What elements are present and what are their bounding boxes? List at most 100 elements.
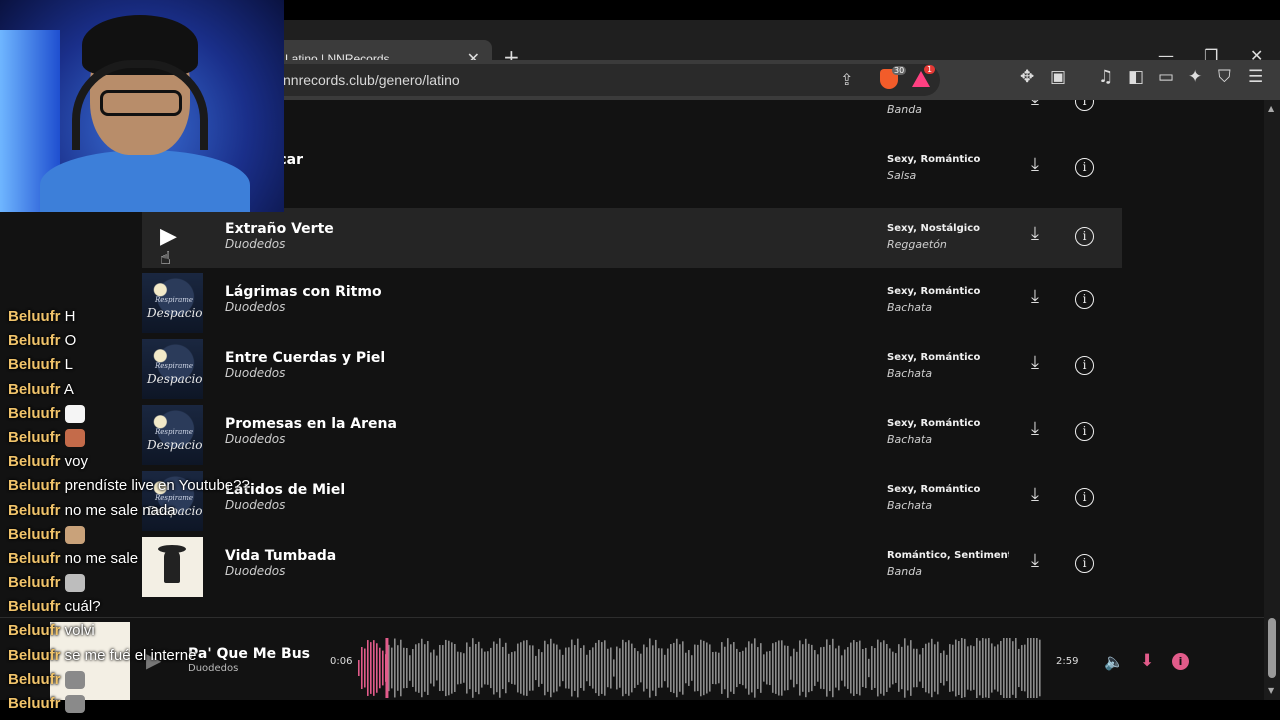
waveform-bar <box>664 654 666 682</box>
waveform-bar <box>895 653 897 683</box>
waveform-bar <box>571 639 573 697</box>
emote-icon <box>64 574 85 593</box>
info-icon[interactable]: i <box>1075 356 1094 375</box>
song-genre: Banda <box>887 565 922 578</box>
waveform-bar <box>592 647 594 689</box>
volume-icon[interactable]: 🔈 <box>1104 652 1124 671</box>
song-mood: Romántico, Sentiment <box>887 550 1009 561</box>
waveform-bar <box>562 654 564 682</box>
waveform-bar <box>454 644 456 692</box>
waveform-bar <box>958 641 960 695</box>
waveform-bar <box>706 642 708 694</box>
waveform-bar <box>1033 638 1035 698</box>
waveform-bar <box>1000 640 1002 696</box>
waveform-bar <box>844 649 846 687</box>
waveform-bar <box>982 638 984 698</box>
waveform-bar <box>622 639 624 697</box>
waveform-bar <box>472 638 474 698</box>
player-info-icon[interactable]: i <box>1172 653 1189 670</box>
download-icon[interactable]: ⤓ <box>1031 420 1039 438</box>
waveform-bar <box>775 642 777 694</box>
info-icon[interactable]: i <box>1075 158 1094 177</box>
vpn-icon[interactable]: ⛉ <box>1218 69 1231 86</box>
scrollbar[interactable]: ▲ ▼ <box>1264 100 1280 700</box>
chat-username: Beluufr <box>8 428 61 446</box>
download-icon[interactable]: ⤓ <box>1031 354 1039 372</box>
download-icon[interactable]: ⤓ <box>1031 552 1039 570</box>
waveform-bar <box>433 649 435 687</box>
chat-message: Beluufr O <box>8 332 298 356</box>
waveform-bar <box>877 639 879 697</box>
waveform-bar <box>1021 645 1023 691</box>
scrollbar-thumb[interactable] <box>1268 618 1276 678</box>
scroll-up-icon[interactable]: ▲ <box>1268 104 1274 113</box>
chat-text: no me sale nada <box>64 501 176 519</box>
song-row[interactable]: de Azúcar s Sexy, Romántico Salsa ⤓ i <box>142 138 1122 204</box>
waveform-bar <box>949 644 951 692</box>
extensions-icon[interactable]: ✥ <box>1020 69 1034 86</box>
screenshot-icon[interactable]: ▣ <box>1050 69 1066 86</box>
url-text[interactable]: nnrecords.club/genero/latino <box>283 72 460 88</box>
playhead[interactable] <box>385 638 389 698</box>
waveform-bar <box>1012 641 1014 695</box>
waveform-bar <box>823 646 825 690</box>
waveform-bar <box>712 652 714 684</box>
info-icon[interactable]: i <box>1075 290 1094 309</box>
waveform-bar <box>616 646 618 690</box>
waveform-bar <box>601 642 603 694</box>
song-row[interactable]: s Banda ⤓ i <box>142 100 1122 138</box>
download-icon[interactable]: ⤓ <box>1031 156 1039 174</box>
waveform-bar <box>376 643 378 693</box>
waveform-bar <box>865 647 867 689</box>
chat-message: Beluufr A <box>8 381 298 405</box>
song-title: Lágrimas con Ritmo <box>225 284 382 300</box>
waveform-bar <box>598 640 600 696</box>
waveform-bar <box>952 644 954 692</box>
emote-icon <box>64 670 85 689</box>
info-icon[interactable]: i <box>1075 227 1094 246</box>
download-icon[interactable]: ⤓ <box>1031 288 1039 306</box>
chat-username: Beluufr <box>8 501 61 519</box>
sidebar-icon[interactable]: ◧ <box>1128 69 1144 86</box>
chat-username: Beluufr <box>8 622 61 640</box>
waveform-bar <box>1003 638 1005 698</box>
waveform-bar <box>817 654 819 682</box>
waveform-bar <box>898 644 900 692</box>
leo-ai-icon[interactable]: ✦ <box>1188 69 1202 86</box>
waveform-bar <box>943 650 945 686</box>
waveform-bar <box>874 648 876 688</box>
waveform-bar <box>418 643 420 693</box>
download-icon[interactable]: ⤓ <box>1031 225 1039 243</box>
scroll-down-icon[interactable]: ▼ <box>1268 686 1274 695</box>
media-icon[interactable]: ♫ <box>1098 69 1113 86</box>
chat-username: Beluufr <box>8 670 61 688</box>
player-download-icon[interactable]: ⬇ <box>1140 651 1154 671</box>
waveform-bar <box>889 648 891 688</box>
waveform-bar <box>787 645 789 691</box>
play-icon[interactable]: ▶ <box>160 224 177 249</box>
song-row[interactable]: ▶ Extraño Verte Duodedos Sexy, Nostálgic… <box>142 208 1122 268</box>
address-bar[interactable]: nnrecords.club/genero/latino ⇪ 30 1 <box>240 64 940 96</box>
waveform-bar <box>721 642 723 694</box>
emote-icon <box>64 428 85 447</box>
waveform-seekbar[interactable] <box>358 638 1044 698</box>
share-icon[interactable]: ⇪ <box>840 70 853 89</box>
waveform-bar <box>682 641 684 695</box>
chat-text: O <box>64 332 77 350</box>
waveform-bar <box>991 643 993 693</box>
waveform-bar <box>679 644 681 692</box>
info-icon[interactable]: i <box>1075 554 1094 573</box>
waveform-bar <box>607 648 609 688</box>
waveform-bar <box>925 643 927 693</box>
download-icon[interactable]: ⤓ <box>1031 486 1039 504</box>
wallet-icon[interactable]: ▭ <box>1158 69 1174 86</box>
waveform-bar <box>763 654 765 682</box>
waveform-bar <box>415 644 417 692</box>
waveform-bar <box>784 645 786 691</box>
info-icon[interactable]: i <box>1075 422 1094 441</box>
menu-icon[interactable]: ☰ <box>1248 69 1263 86</box>
info-icon[interactable]: i <box>1075 100 1094 111</box>
info-icon[interactable]: i <box>1075 488 1094 507</box>
download-icon[interactable]: ⤓ <box>1031 100 1039 108</box>
waveform-bar <box>556 644 558 692</box>
